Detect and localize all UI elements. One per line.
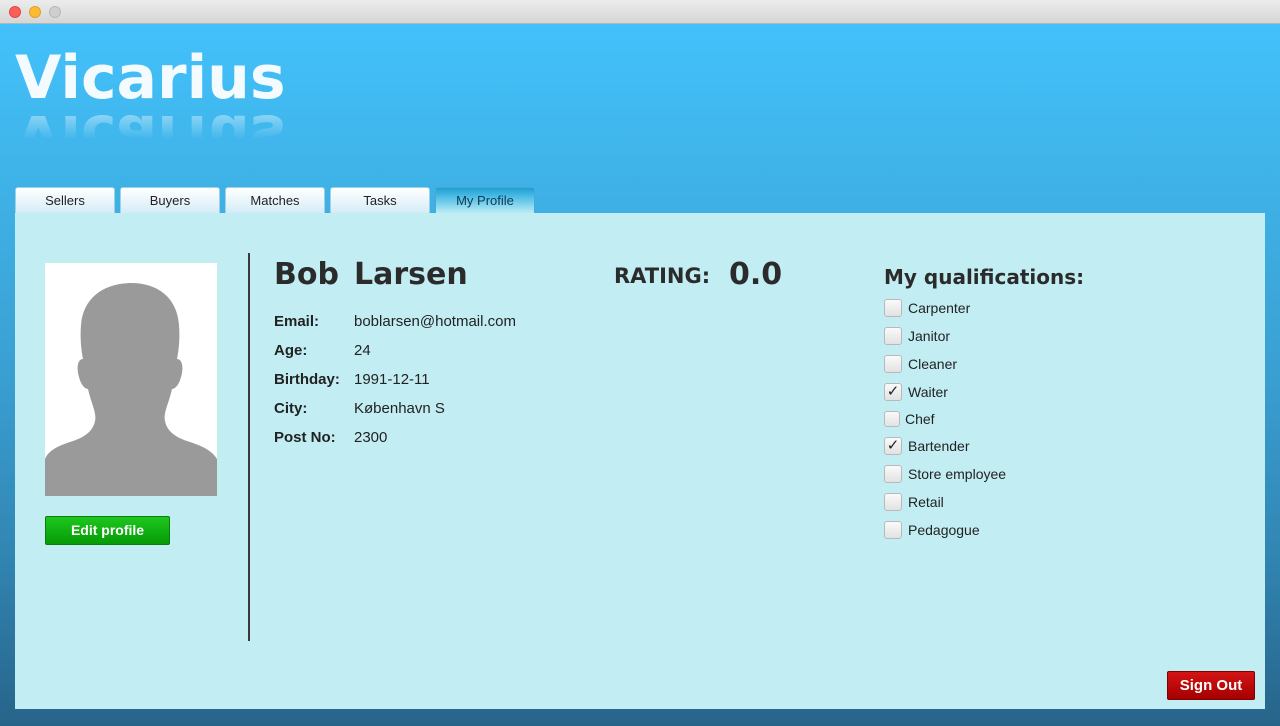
- city-label: City:: [274, 400, 308, 417]
- tab-tasks[interactable]: Tasks: [330, 187, 430, 213]
- checkbox-store-employee[interactable]: [884, 465, 902, 483]
- qualification-label: Chef: [905, 411, 935, 427]
- email-value: boblarsen@hotmail.com: [354, 313, 516, 330]
- window-titlebar: [0, 0, 1280, 24]
- checkmark-icon: ✓: [886, 437, 900, 454]
- checkbox-pedagogue[interactable]: [884, 521, 902, 539]
- edit-profile-button[interactable]: Edit profile: [45, 516, 170, 545]
- qualifications-title: My qualifications:: [884, 265, 1085, 289]
- app-logo-reflection: Vicarius: [15, 101, 286, 171]
- app-window: Vicarius Vicarius Sellers Buyers Matches…: [0, 0, 1280, 726]
- age-label: Age:: [274, 342, 308, 359]
- checkbox-waiter[interactable]: ✓: [884, 383, 902, 401]
- window-maximize-button[interactable]: [49, 6, 61, 18]
- tab-matches[interactable]: Matches: [225, 187, 325, 213]
- birthday-value: 1991-12-11: [354, 371, 430, 388]
- checkbox-janitor[interactable]: [884, 327, 902, 345]
- tab-buyers[interactable]: Buyers: [120, 187, 220, 213]
- qualification-label: Retail: [908, 494, 944, 510]
- post-no-value: 2300: [354, 429, 388, 446]
- qualification-label: Pedagogue: [908, 522, 980, 538]
- profile-first-name: Bob: [274, 257, 339, 292]
- qualification-label: Store employee: [908, 466, 1007, 482]
- profile-panel: Edit profile Bob Larsen Email: boblarsen…: [15, 213, 1265, 709]
- checkbox-chef[interactable]: [884, 411, 900, 427]
- qualification-label: Janitor: [908, 328, 951, 344]
- app-content: Vicarius Vicarius Sellers Buyers Matches…: [0, 24, 1280, 726]
- checkmark-icon: ✓: [886, 383, 900, 400]
- window-minimize-button[interactable]: [29, 6, 41, 18]
- birthday-label: Birthday:: [274, 371, 340, 388]
- city-value: København S: [354, 400, 445, 417]
- qualification-label: Cleaner: [908, 356, 958, 372]
- tab-my-profile[interactable]: My Profile: [435, 187, 535, 213]
- checkbox-cleaner[interactable]: [884, 355, 902, 373]
- age-value: 24: [354, 342, 371, 359]
- avatar: [45, 263, 217, 496]
- qualification-label: Waiter: [908, 384, 948, 400]
- person-silhouette-icon: [45, 283, 217, 496]
- rating-value: 0.0: [729, 257, 783, 292]
- section-divider: [248, 253, 250, 641]
- qualification-label: Bartender: [908, 438, 970, 454]
- window-close-button[interactable]: [9, 6, 21, 18]
- post-no-label: Post No:: [274, 429, 336, 446]
- email-label: Email:: [274, 313, 320, 330]
- qualification-label: Carpenter: [908, 300, 971, 316]
- checkbox-carpenter[interactable]: [884, 299, 902, 317]
- profile-last-name: Larsen: [354, 257, 468, 292]
- rating-label: RATING:: [614, 264, 711, 288]
- sign-out-button[interactable]: Sign Out: [1167, 671, 1255, 700]
- checkbox-retail[interactable]: [884, 493, 902, 511]
- tab-sellers[interactable]: Sellers: [15, 187, 115, 213]
- checkbox-bartender[interactable]: ✓: [884, 437, 902, 455]
